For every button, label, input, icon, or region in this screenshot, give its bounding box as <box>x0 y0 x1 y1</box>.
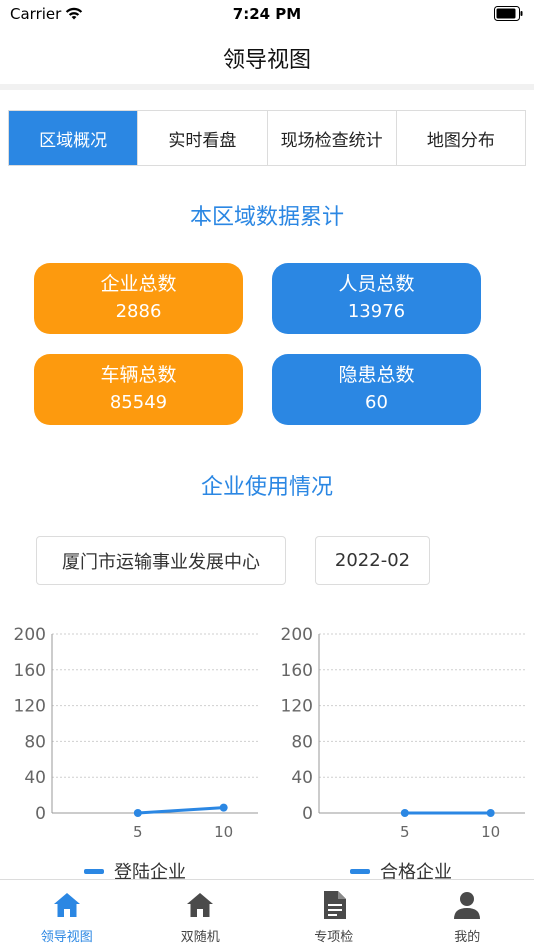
tabbar-item-special-inspection[interactable]: 专项检 <box>267 880 401 950</box>
page-title: 领导视图 <box>222 48 311 73</box>
x-tick-label: 10 <box>214 823 233 841</box>
home-icon <box>53 893 80 917</box>
region-summary-title: 本区域数据累计 <box>189 205 344 230</box>
legend-swatch <box>84 868 104 874</box>
tab-region-overview[interactable]: 区域概况 <box>9 111 139 165</box>
data-point <box>400 809 409 817</box>
x-tick-label: 10 <box>481 823 500 841</box>
y-tick-label: 80 <box>291 732 313 752</box>
y-tick-label: 40 <box>24 768 46 788</box>
month-select[interactable]: 2022-02 <box>315 536 430 585</box>
tabbar-item-leader-view[interactable]: 领导视图 <box>0 880 134 950</box>
stat-card-hazards[interactable]: 隐患总数 60 <box>272 354 481 425</box>
y-tick-label: 40 <box>291 768 313 788</box>
stat-card-enterprises[interactable]: 企业总数 2886 <box>34 263 243 334</box>
stat-card-personnel[interactable]: 人员总数 13976 <box>272 263 481 334</box>
tabbar-item-mine[interactable]: 我的 <box>401 880 534 950</box>
stat-value: 85549 <box>109 392 168 413</box>
tabbar-label: 专项检 <box>314 930 354 945</box>
stat-label: 人员总数 <box>338 273 415 295</box>
status-time: 7:24 PM <box>232 5 302 23</box>
tabbar-label: 双随机 <box>180 930 220 945</box>
y-tick-label: 80 <box>24 732 46 752</box>
legend-swatch <box>350 868 370 874</box>
battery-icon <box>494 6 523 21</box>
y-tick-label: 0 <box>302 804 313 824</box>
home-icon <box>187 893 214 917</box>
stat-label: 企业总数 <box>100 273 177 295</box>
y-tick-label: 120 <box>14 697 46 717</box>
stat-value: 60 <box>365 392 388 413</box>
line-chart-svg: 0 40 80 120 160 200 5 10 <box>281 625 525 841</box>
data-point <box>219 803 228 812</box>
stat-value: 2886 <box>115 301 162 322</box>
y-tick-label: 0 <box>35 804 46 824</box>
tabbar-label: 领导视图 <box>40 930 93 945</box>
tabbar-label: 我的 <box>454 930 481 945</box>
header-divider <box>0 84 534 90</box>
tabbar-item-double-random[interactable]: 双随机 <box>134 880 268 950</box>
y-tick-label: 200 <box>281 625 313 645</box>
y-tick-label: 200 <box>14 625 46 645</box>
y-tick-label: 160 <box>281 661 313 681</box>
document-icon <box>323 891 346 919</box>
stat-card-vehicles[interactable]: 车辆总数 85549 <box>34 354 243 425</box>
status-bar: Carrier 7:24 PM <box>0 0 534 30</box>
segment-tabs: 区域概况 实时看盘 现场检查统计 地图分布 <box>8 110 526 166</box>
data-point <box>133 809 142 817</box>
chart-logged-in-enterprises: 0 40 80 120 160 200 5 10 <box>0 620 260 870</box>
x-tick-label: 5 <box>400 823 410 841</box>
organization-select[interactable]: 厦门市运输事业发展中心 <box>36 536 286 585</box>
chart-qualified-enterprises: 0 40 80 120 160 200 5 10 <box>267 620 527 870</box>
stat-label: 车辆总数 <box>100 364 177 386</box>
series-line <box>137 806 224 815</box>
line-chart-svg: 0 40 80 120 160 200 5 10 <box>14 625 258 841</box>
tab-realtime-board[interactable]: 实时看盘 <box>138 111 268 165</box>
stat-value: 13976 <box>347 301 406 322</box>
stat-label: 隐患总数 <box>338 364 415 386</box>
user-icon <box>454 892 481 919</box>
usage-title: 企业使用情况 <box>200 475 333 500</box>
y-tick-label: 120 <box>281 697 313 717</box>
tab-onsite-inspection-stats[interactable]: 现场检查统计 <box>267 111 397 165</box>
data-point <box>486 809 495 817</box>
tab-map-distribution[interactable]: 地图分布 <box>396 111 525 165</box>
x-tick-label: 5 <box>133 823 143 841</box>
y-tick-label: 160 <box>14 661 46 681</box>
bottom-tab-bar: 领导视图 双随机 专项检 我的 <box>0 879 534 950</box>
